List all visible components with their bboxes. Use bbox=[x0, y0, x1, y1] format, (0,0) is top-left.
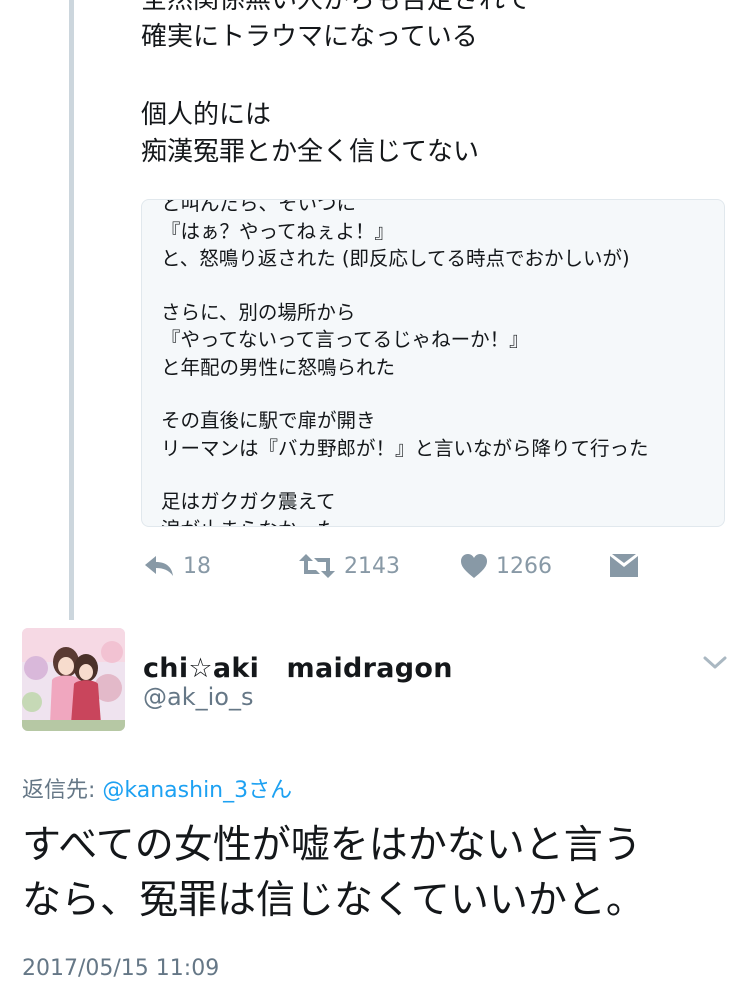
retweet-button[interactable]: 2143 bbox=[298, 548, 400, 584]
avatar[interactable] bbox=[22, 628, 125, 731]
reply-to-mention[interactable]: @kanashin_3さん bbox=[102, 778, 292, 803]
embedded-line: 涙が止まらなかった bbox=[161, 516, 721, 527]
embedded-line: その直後に駅で扉が開き bbox=[161, 409, 376, 432]
embedded-text-image[interactable]: と叫んだら、そいつに 『はぁ？やってねぇよ！』 と、怒鳴り返された (即反応して… bbox=[141, 199, 725, 527]
tweet-action-bar: 18 2143 1266 bbox=[143, 548, 703, 584]
upper-tweet-line: 痴漢冤罪とか全く信じてない bbox=[141, 137, 480, 167]
reply-to-line: 返信先: @kanashin_3さん bbox=[22, 772, 292, 804]
tweet-text-line: すべての女性が嘘をはかないと言う bbox=[22, 823, 642, 868]
embedded-line: リーマンは『バカ野郎が！』と言いながら降りて行った bbox=[161, 436, 649, 460]
reply-icon bbox=[143, 553, 175, 579]
like-button[interactable]: 1266 bbox=[460, 548, 552, 584]
like-count: 1266 bbox=[496, 553, 552, 579]
embedded-line: と叫んだら、そいつに bbox=[161, 199, 357, 215]
embedded-line: 足はガクガク震えて bbox=[161, 490, 336, 513]
upper-tweet-text: 全然関係無い人からも否定されて 確実にトラウマになっている 個人的には 痴漢冤罪… bbox=[141, 0, 731, 171]
tweet-timestamp[interactable]: 2017/05/15 11:09 bbox=[22, 956, 219, 981]
embedded-line: 『やってないって言ってるじゃねーか！』 bbox=[161, 328, 529, 351]
upper-tweet-line: 個人的には bbox=[141, 100, 272, 130]
message-icon bbox=[609, 553, 639, 579]
retweet-icon bbox=[298, 552, 336, 580]
retweet-count: 2143 bbox=[344, 553, 400, 579]
chevron-down-icon[interactable] bbox=[700, 652, 730, 674]
reply-count: 18 bbox=[183, 553, 211, 579]
upper-tweet-line: 全然関係無い人からも否定されて bbox=[141, 0, 531, 15]
reply-button[interactable]: 18 bbox=[143, 548, 211, 584]
embedded-line: さらに、別の場所から bbox=[161, 300, 356, 324]
direct-message-button[interactable] bbox=[609, 548, 639, 584]
tweet-text-line: なら、冤罪は信じなくていいかと。 bbox=[22, 878, 645, 923]
thread-connector-line bbox=[69, 0, 74, 620]
main-tweet-text: すべての女性が嘘をはかないと言う なら、冤罪は信じなくていいかと。 bbox=[22, 818, 722, 928]
embedded-line: 『はぁ？やってねぇよ！』 bbox=[161, 219, 395, 243]
embedded-line: と、怒鳴り返された (即反応してる時点でおかしいが) bbox=[161, 247, 630, 270]
heart-icon bbox=[460, 553, 488, 579]
reply-to-prefix: 返信先: bbox=[22, 778, 103, 803]
embedded-line: と年配の男性に怒鳴られた bbox=[161, 355, 396, 379]
embedded-text-content: と叫んだら、そいつに 『はぁ？やってねぇよ！』 と、怒鳴り返された (即反応して… bbox=[161, 199, 721, 527]
user-handle[interactable]: @ak_io_s bbox=[143, 683, 253, 711]
upper-tweet-line: 確実にトラウマになっている bbox=[141, 22, 478, 52]
display-name[interactable]: chi☆aki maidragon bbox=[143, 646, 453, 685]
